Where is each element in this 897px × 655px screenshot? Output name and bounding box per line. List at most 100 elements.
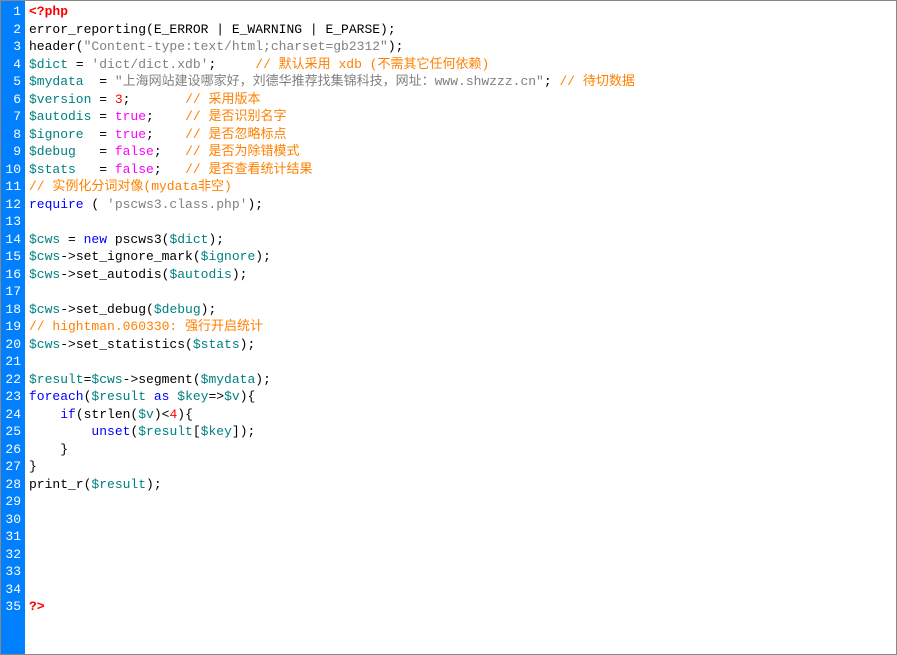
code-line bbox=[29, 528, 892, 546]
line-number: 30 bbox=[3, 511, 21, 529]
code-line: $stats = false; // 是否查看统计结果 bbox=[29, 161, 892, 179]
token-kw: if bbox=[60, 407, 76, 422]
token-func: => bbox=[208, 389, 224, 404]
token-func: ->set_statistics( bbox=[60, 337, 193, 352]
token-func: error_reporting(E_ERROR | E_WARNING | E_… bbox=[29, 22, 396, 37]
token-func bbox=[29, 582, 37, 597]
code-line: $autodis = true; // 是否识别名字 bbox=[29, 108, 892, 126]
line-number: 6 bbox=[3, 91, 21, 109]
code-line bbox=[29, 283, 892, 301]
token-func bbox=[29, 547, 37, 562]
token-var: $version bbox=[29, 92, 91, 107]
token-cmt: // 是否忽略标点 bbox=[185, 127, 286, 142]
token-var: $autodis bbox=[169, 267, 231, 282]
code-line: $version = 3; // 采用版本 bbox=[29, 91, 892, 109]
token-func: ->set_autodis( bbox=[60, 267, 169, 282]
line-number: 5 bbox=[3, 73, 21, 91]
token-func: = bbox=[76, 162, 115, 177]
line-number: 18 bbox=[3, 301, 21, 319]
token-func: ); bbox=[240, 337, 256, 352]
token-func: print_r( bbox=[29, 477, 91, 492]
token-func: header( bbox=[29, 39, 84, 54]
token-func: [ bbox=[193, 424, 201, 439]
token-func: ); bbox=[146, 477, 162, 492]
token-kw: require bbox=[29, 197, 84, 212]
token-var: $autodis bbox=[29, 109, 91, 124]
code-line: foreach($result as $key=>$v){ bbox=[29, 388, 892, 406]
token-func: } bbox=[29, 442, 68, 457]
code-area[interactable]: <?php error_reporting(E_ERROR | E_WARNING… bbox=[25, 1, 896, 654]
line-number: 35 bbox=[3, 598, 21, 616]
code-line: if(strlen($v)<4){ bbox=[29, 406, 892, 424]
token-func bbox=[29, 214, 37, 229]
code-line bbox=[29, 563, 892, 581]
token-kw: as bbox=[154, 389, 170, 404]
token-func bbox=[29, 354, 37, 369]
token-func: ); bbox=[247, 197, 263, 212]
line-number: 17 bbox=[3, 283, 21, 301]
line-number: 33 bbox=[3, 563, 21, 581]
token-func: ); bbox=[388, 39, 404, 54]
code-line: <?php bbox=[29, 3, 892, 21]
token-var: $ignore bbox=[29, 127, 84, 142]
token-func: = bbox=[84, 127, 115, 142]
token-func bbox=[29, 564, 37, 579]
token-func: ); bbox=[208, 232, 224, 247]
line-number: 23 bbox=[3, 388, 21, 406]
token-cmt: // 是否识别名字 bbox=[185, 109, 286, 124]
token-tag: <?php bbox=[29, 4, 68, 19]
token-str: 'dict/dict.xdb' bbox=[91, 57, 208, 72]
token-var: $mydata bbox=[201, 372, 256, 387]
token-func: ){ bbox=[177, 407, 193, 422]
line-number: 14 bbox=[3, 231, 21, 249]
line-number: 12 bbox=[3, 196, 21, 214]
token-var: $dict bbox=[29, 57, 68, 72]
code-line: unset($result[$key]); bbox=[29, 423, 892, 441]
token-str: 'pscws3.class.php' bbox=[107, 197, 247, 212]
token-var: $result bbox=[138, 424, 193, 439]
code-line: $cws->set_ignore_mark($ignore); bbox=[29, 248, 892, 266]
line-number: 10 bbox=[3, 161, 21, 179]
line-number: 22 bbox=[3, 371, 21, 389]
token-func: = bbox=[60, 232, 83, 247]
line-number: 21 bbox=[3, 353, 21, 371]
token-func bbox=[146, 389, 154, 404]
token-var: $key bbox=[201, 424, 232, 439]
token-func: ; bbox=[208, 57, 255, 72]
token-func: ; bbox=[154, 162, 185, 177]
token-cmt: // 待切数据 bbox=[559, 74, 634, 89]
code-line bbox=[29, 353, 892, 371]
token-func: ); bbox=[201, 302, 217, 317]
token-tag: ?> bbox=[29, 599, 45, 614]
line-number: 9 bbox=[3, 143, 21, 161]
token-var: $stats bbox=[29, 162, 76, 177]
token-var: $result bbox=[91, 389, 146, 404]
token-func: ; bbox=[154, 144, 185, 159]
token-func bbox=[29, 529, 37, 544]
token-var: $debug bbox=[154, 302, 201, 317]
token-func bbox=[29, 512, 37, 527]
line-number: 7 bbox=[3, 108, 21, 126]
code-line bbox=[29, 546, 892, 564]
token-func: (strlen( bbox=[76, 407, 138, 422]
token-kw: unset bbox=[91, 424, 130, 439]
code-line: // hightman.060330: 强行开启统计 bbox=[29, 318, 892, 336]
token-func bbox=[29, 284, 37, 299]
token-func: = bbox=[91, 92, 114, 107]
token-var: $cws bbox=[29, 337, 60, 352]
token-var: $result bbox=[29, 372, 84, 387]
token-var: $cws bbox=[29, 232, 60, 247]
token-func: ; bbox=[146, 127, 185, 142]
code-line: $dict = 'dict/dict.xdb'; // 默认采用 xdb (不需… bbox=[29, 56, 892, 74]
token-func: = bbox=[76, 144, 115, 159]
token-func bbox=[29, 407, 60, 422]
token-str: "上海网站建设哪家好，刘德华推荐找集锦科技，网址：www.shwzzz.cn" bbox=[115, 74, 544, 89]
line-number: 2 bbox=[3, 21, 21, 39]
token-var: $dict bbox=[169, 232, 208, 247]
token-func: ]); bbox=[232, 424, 255, 439]
code-line: $cws->set_debug($debug); bbox=[29, 301, 892, 319]
line-number: 13 bbox=[3, 213, 21, 231]
token-func: ){ bbox=[240, 389, 256, 404]
line-number: 27 bbox=[3, 458, 21, 476]
code-line: print_r($result); bbox=[29, 476, 892, 494]
